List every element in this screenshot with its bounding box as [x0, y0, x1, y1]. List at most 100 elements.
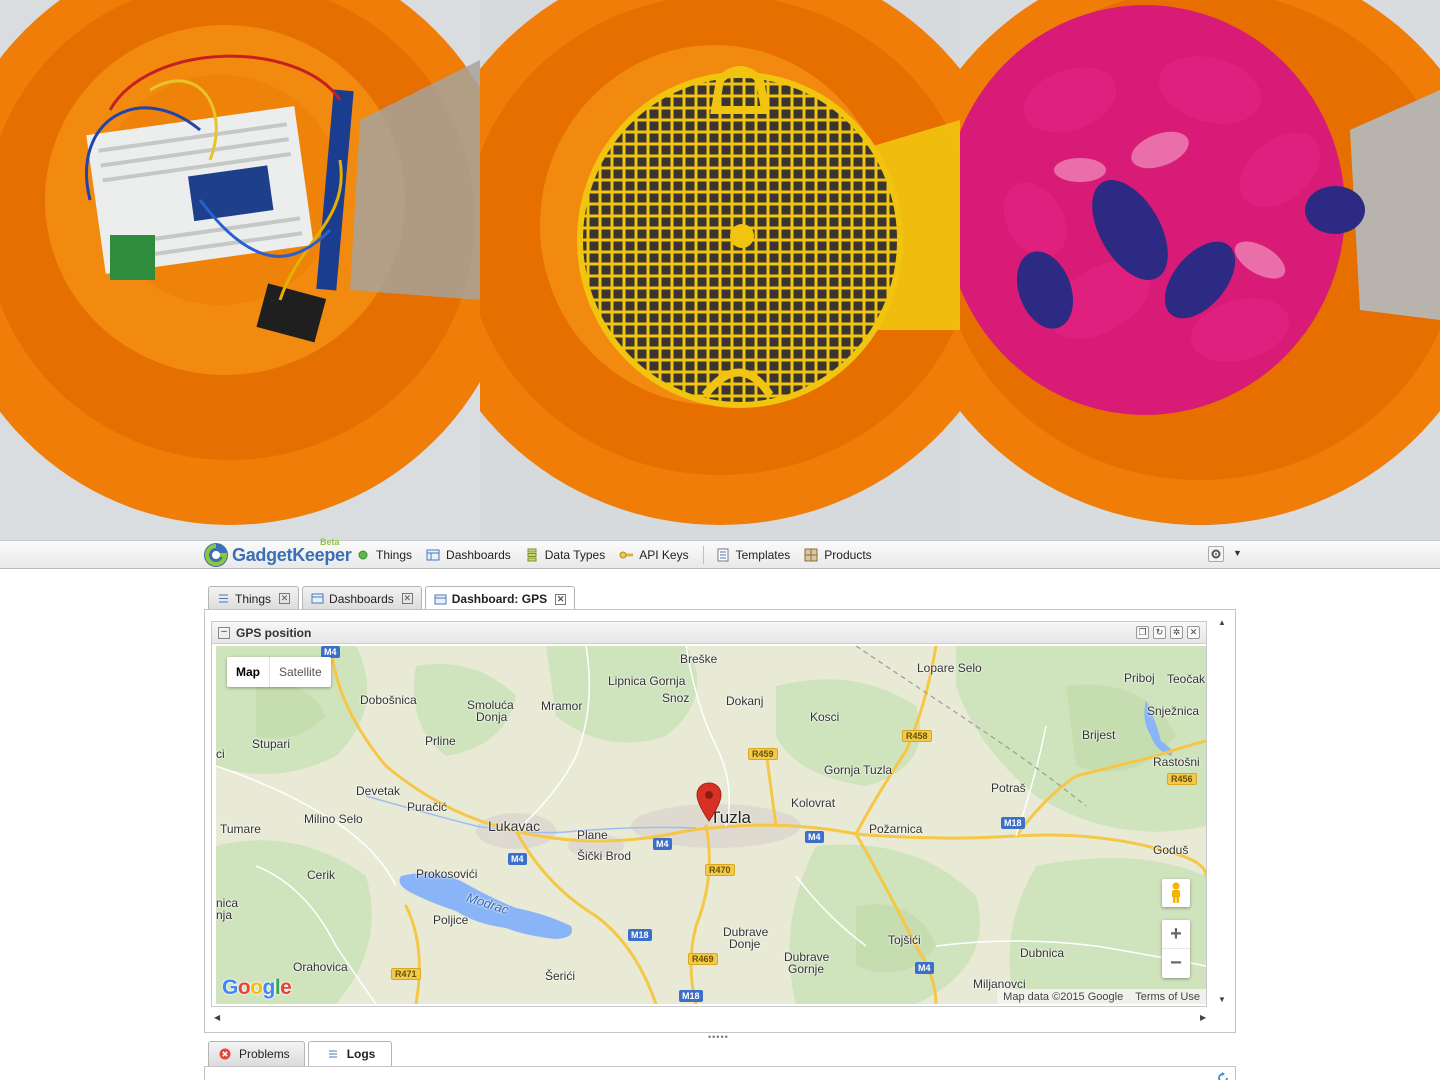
tab-things[interactable]: Things ✕ [208, 586, 300, 610]
map-label: Kosci [810, 710, 840, 724]
horizontal-scrollbar[interactable]: ◀ ▶ [210, 1011, 1210, 1025]
logs-panel [204, 1066, 1236, 1080]
road-shield: R456 [1167, 773, 1197, 785]
map-label: Lipnica Gornja [608, 674, 686, 688]
bottom-tabs: Problems Logs [208, 1041, 395, 1066]
map-attribution: Map data ©2015 Google Terms of Use [997, 989, 1206, 1004]
settings-button[interactable] [1208, 546, 1224, 562]
map-label: Breške [680, 652, 718, 666]
nav-data-types-label: Data Types [544, 548, 606, 562]
close-icon[interactable]: ✕ [1187, 626, 1200, 639]
list-icon [219, 594, 228, 603]
pegman-icon [1172, 882, 1180, 903]
photo-candies [960, 0, 1440, 540]
map-label: Lopare Selo [917, 661, 982, 675]
map-label: Poljice [433, 913, 469, 927]
road-shield: R469 [688, 953, 718, 965]
tab-dashboards-label: Dashboards [329, 591, 394, 606]
gear-icon[interactable]: ✲ [1170, 626, 1183, 639]
map-type-satellite-button[interactable]: Satellite [270, 657, 331, 687]
map-label: Požarnica [869, 822, 923, 836]
nav-dashboards[interactable]: Dashboards [426, 548, 511, 562]
tab-problems-label: Problems [239, 1047, 290, 1061]
google-logo[interactable]: Google [222, 976, 292, 1000]
tab-logs[interactable]: Logs [307, 1041, 393, 1066]
gps-widget: – GPS position ❐ ↻ ✲ ✕ Breške Lipnica Go… [211, 621, 1207, 1007]
map-label: Prline [425, 734, 456, 748]
road-shield: R459 [748, 748, 778, 760]
map-label: Tojšići [888, 933, 921, 947]
gear-icon [1211, 549, 1221, 559]
map-label: Kolovrat [791, 796, 836, 810]
road-shield: M4 [508, 853, 527, 865]
scroll-up-icon[interactable]: ▲ [1218, 618, 1226, 627]
photo-electronics [0, 0, 480, 540]
scroll-left-icon[interactable]: ◀ [214, 1013, 220, 1022]
error-icon [219, 1048, 231, 1060]
close-icon[interactable]: ✕ [555, 593, 567, 605]
nav-separator [702, 546, 704, 564]
tab-dashboard-gps[interactable]: Dashboard: GPS ✕ [424, 586, 576, 611]
tab-logs-label: Logs [346, 1047, 376, 1061]
nav-things[interactable]: Things [356, 548, 412, 562]
map-label: Milino Selo [304, 812, 363, 826]
close-icon[interactable]: ✕ [279, 593, 291, 604]
map-label: Donja [476, 710, 508, 724]
dashboards-icon [434, 594, 447, 604]
zoom-out-button[interactable]: − [1162, 949, 1190, 978]
map-label: Gornja Tuzla [824, 763, 893, 777]
map-type-control: Map Satellite [227, 657, 331, 687]
scroll-down-icon[interactable]: ▼ [1218, 995, 1226, 1004]
tab-dashboards[interactable]: Dashboards ✕ [302, 586, 422, 610]
widget-title: GPS position [236, 625, 312, 640]
road-shield: M4 [915, 962, 934, 974]
widget-header: – GPS position ❐ ↻ ✲ ✕ [212, 622, 1206, 644]
tab-dashboard-gps-label: Dashboard: GPS [451, 592, 548, 606]
map-label: Mramor [541, 699, 583, 713]
photo-grid-insert [480, 0, 960, 540]
gadgetkeeper-logo-icon [204, 543, 228, 567]
road-shield: M4 [805, 831, 824, 843]
products-icon [804, 548, 818, 562]
settings-dropdown-chevron-down-icon[interactable]: ▼ [1233, 548, 1242, 558]
map-data-credit: Map data ©2015 Google [1003, 990, 1124, 1003]
map-label: Tumare [220, 822, 261, 836]
refresh-icon[interactable]: ↻ [1153, 626, 1166, 639]
zoom-control: + − [1162, 920, 1190, 978]
nav-things-label: Things [376, 548, 413, 562]
scroll-right-icon[interactable]: ▶ [1200, 1013, 1206, 1022]
app-logo[interactable]: GadgetKeeper Beta [203, 537, 352, 569]
refresh-icon[interactable] [1216, 1071, 1230, 1080]
map-label: Cerik [307, 868, 336, 882]
google-map[interactable]: Breške Lipnica Gornja Snoz Dokanj Lopare… [216, 646, 1206, 1004]
map-label: Puračić [407, 800, 448, 814]
editor-tabs: Things ✕ Dashboards ✕ Dashboard: GPS ✕ [208, 586, 578, 611]
nav-dashboards-label: Dashboards [446, 548, 511, 562]
nav-products[interactable]: Products [804, 548, 872, 562]
list-icon [328, 1050, 337, 1058]
map-label: Snježnica [1147, 704, 1200, 718]
nav-api-keys[interactable]: API Keys [619, 548, 689, 562]
map-label: Šerići [545, 969, 576, 983]
street-view-pegman[interactable] [1162, 879, 1190, 907]
vertical-scrollbar[interactable]: ▲ ▼ [1213, 616, 1231, 1009]
close-icon[interactable]: ✕ [401, 593, 413, 604]
restore-icon[interactable]: ❐ [1136, 626, 1149, 639]
map-label: Šički Brod [577, 849, 632, 863]
panel-splitter-handle[interactable]: ••••• [708, 1032, 729, 1042]
map-label: Devetak [356, 784, 401, 798]
zoom-in-button[interactable]: + [1162, 920, 1190, 949]
collapse-icon[interactable]: – [218, 626, 230, 639]
nav-data-types[interactable]: Data Types [525, 548, 605, 562]
map-label: Lukavac [488, 818, 541, 834]
tab-things-label: Things [235, 591, 272, 606]
map-label: Plane [577, 828, 608, 842]
map-type-map-button[interactable]: Map [227, 657, 270, 687]
road-shield: R458 [902, 730, 932, 742]
nav-products-label: Products [824, 548, 872, 562]
location-marker-icon[interactable] [696, 782, 722, 822]
terms-of-use-link[interactable]: Terms of Use [1135, 991, 1200, 1003]
tab-problems[interactable]: Problems [208, 1041, 305, 1066]
nav-templates[interactable]: Templates [716, 548, 790, 562]
road-shield: M4 [653, 838, 672, 850]
